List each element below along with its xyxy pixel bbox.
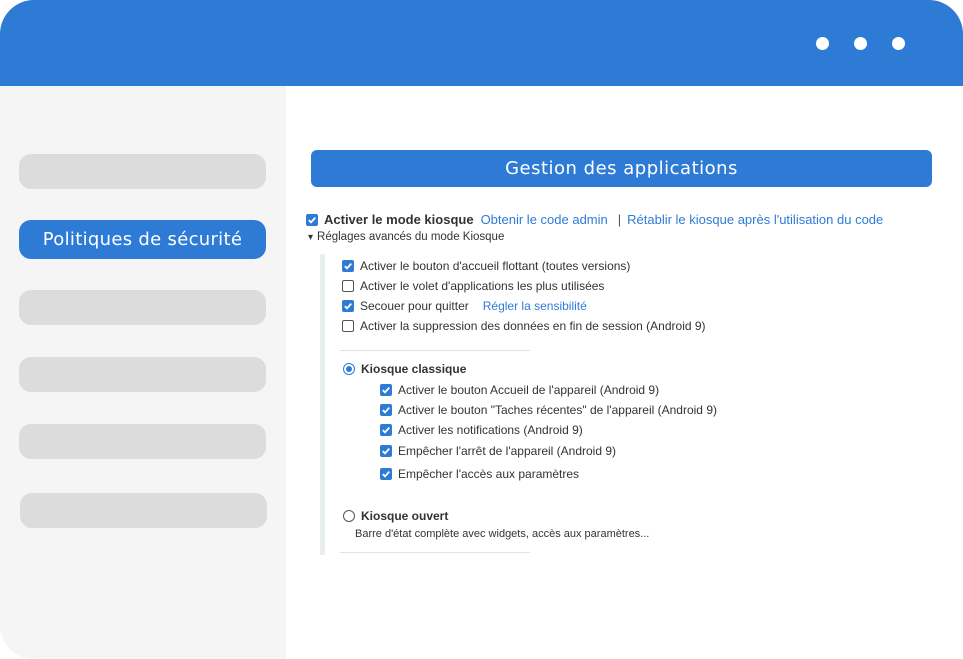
option-label: Activer le volet d'applications les plus… bbox=[360, 279, 605, 293]
option-label: Secouer pour quitter bbox=[360, 299, 469, 313]
option-checkbox[interactable] bbox=[342, 260, 354, 272]
sidebar-item-placeholder-4[interactable] bbox=[19, 424, 266, 459]
classic-kiosk-radio[interactable] bbox=[343, 363, 355, 375]
link-separator: | bbox=[617, 212, 622, 227]
classic-kiosk-label: Kiosque classique bbox=[361, 362, 467, 376]
sidebar-item-placeholder-5[interactable] bbox=[20, 493, 267, 528]
option-row: Activer le volet d'applications les plus… bbox=[342, 279, 604, 293]
check-icon bbox=[382, 406, 390, 414]
divider bbox=[340, 552, 530, 553]
option-checkbox[interactable] bbox=[342, 300, 354, 312]
advanced-settings-label: Réglages avancés du mode Kiosque bbox=[317, 231, 505, 243]
classic-option-checkbox[interactable] bbox=[380, 445, 392, 457]
option-row: Activer la suppression des données en fi… bbox=[342, 319, 706, 333]
window-dot-icon[interactable] bbox=[892, 37, 905, 50]
option-checkbox[interactable] bbox=[342, 280, 354, 292]
check-icon bbox=[308, 216, 316, 224]
classic-option-row: Activer le bouton "Taches récentes" de l… bbox=[380, 403, 717, 417]
sidebar-item-placeholder-1[interactable] bbox=[19, 154, 266, 189]
classic-option-checkbox[interactable] bbox=[380, 384, 392, 396]
sidebar-item-placeholder-3[interactable] bbox=[19, 357, 266, 392]
sensitivity-link[interactable]: Régler la sensibilité bbox=[483, 299, 587, 313]
classic-option-row: Empêcher l'arrêt de l'appareil (Android … bbox=[380, 444, 616, 458]
open-kiosk-row: Kiosque ouvert bbox=[343, 509, 448, 523]
classic-option-row: Activer les notifications (Android 9) bbox=[380, 423, 583, 437]
classic-option-checkbox[interactable] bbox=[380, 468, 392, 480]
title-bar bbox=[0, 0, 963, 86]
classic-option-checkbox[interactable] bbox=[380, 424, 392, 436]
admin-code-link[interactable]: Obtenir le code admin bbox=[481, 212, 608, 227]
reset-kiosk-link[interactable]: Rétablir le kiosque après l'utilisation … bbox=[627, 212, 883, 227]
classic-option-checkbox[interactable] bbox=[380, 404, 392, 416]
classic-option-label: Activer le bouton "Taches récentes" de l… bbox=[398, 403, 717, 417]
app-window: Politiques de sécurité Gestion des appli… bbox=[0, 0, 963, 659]
kiosk-mode-row: Activer le mode kiosque Obtenir le code … bbox=[306, 212, 883, 227]
classic-kiosk-row: Kiosque classique bbox=[343, 362, 466, 376]
option-label: Activer la suppression des données en fi… bbox=[360, 319, 706, 333]
classic-option-row: Activer le bouton Accueil de l'appareil … bbox=[380, 383, 659, 397]
option-row: Secouer pour quitter Régler la sensibili… bbox=[342, 299, 587, 313]
open-kiosk-description: Barre d'état complète avec widgets, accè… bbox=[355, 528, 650, 540]
classic-option-row: Empêcher l'accès aux paramètres bbox=[380, 467, 579, 481]
classic-option-label: Empêcher l'accès aux paramètres bbox=[398, 467, 580, 481]
advanced-section-bar bbox=[320, 254, 325, 555]
check-icon bbox=[344, 262, 352, 270]
caret-down-icon: ▾ bbox=[308, 231, 314, 243]
advanced-settings-toggle[interactable]: ▾ Réglages avancés du mode Kiosque bbox=[308, 231, 504, 243]
check-icon bbox=[382, 386, 390, 394]
classic-option-label: Empêcher l'arrêt de l'appareil (Android … bbox=[398, 444, 617, 458]
kiosk-mode-label: Activer le mode kiosque bbox=[324, 212, 474, 227]
classic-option-label: Activer les notifications (Android 9) bbox=[398, 423, 583, 437]
open-kiosk-radio[interactable] bbox=[343, 510, 355, 522]
check-icon bbox=[382, 426, 390, 434]
sidebar-item-placeholder-2[interactable] bbox=[19, 290, 266, 325]
option-checkbox[interactable] bbox=[342, 320, 354, 332]
sidebar-item-label: Politiques de sécurité bbox=[42, 229, 243, 250]
section-title: Gestion des applications bbox=[505, 158, 738, 179]
check-icon bbox=[382, 470, 390, 478]
kiosk-mode-checkbox[interactable] bbox=[306, 213, 318, 226]
open-kiosk-label: Kiosque ouvert bbox=[361, 509, 449, 523]
window-dot-icon[interactable] bbox=[816, 37, 829, 50]
window-dot-icon[interactable] bbox=[854, 37, 867, 50]
divider bbox=[340, 350, 530, 351]
check-icon bbox=[382, 447, 390, 455]
section-header: Gestion des applications bbox=[311, 150, 932, 187]
option-label: Activer le bouton d'accueil flottant (to… bbox=[360, 259, 631, 273]
sidebar-item-security-policies[interactable]: Politiques de sécurité bbox=[19, 220, 266, 259]
option-row: Activer le bouton d'accueil flottant (to… bbox=[342, 259, 630, 273]
check-icon bbox=[344, 302, 352, 310]
classic-option-label: Activer le bouton Accueil de l'appareil … bbox=[398, 383, 660, 397]
